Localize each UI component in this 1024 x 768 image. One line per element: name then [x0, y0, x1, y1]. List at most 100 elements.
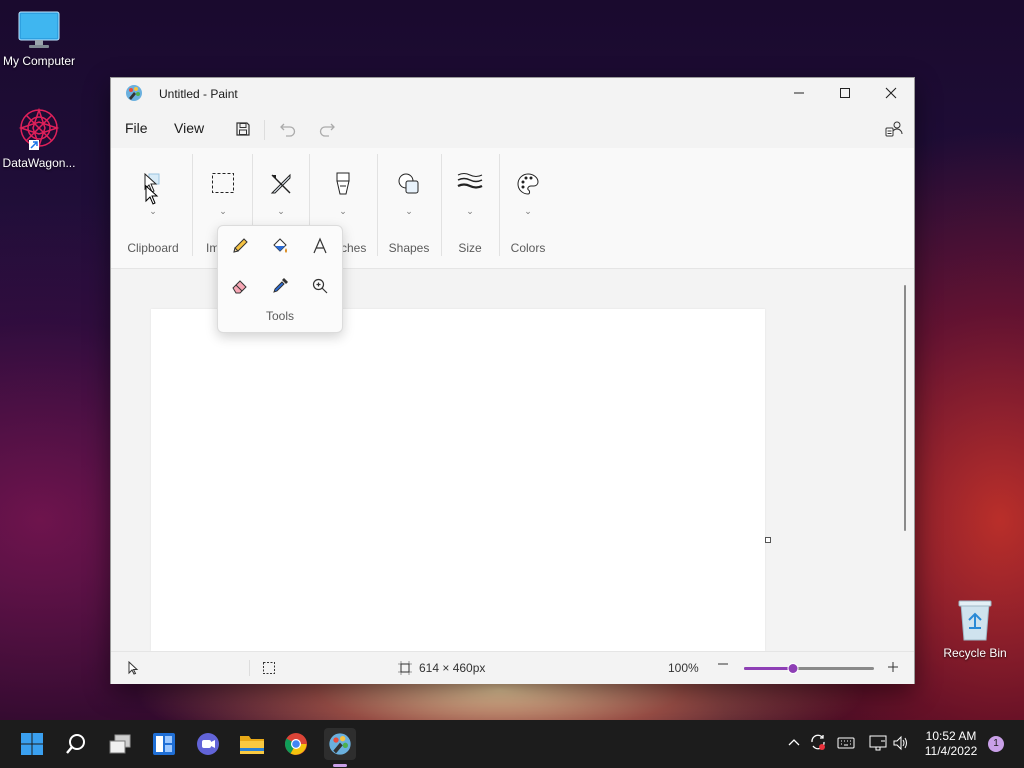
- menu-bar: File View: [111, 110, 914, 148]
- account-button[interactable]: [882, 118, 906, 140]
- show-hidden-icons-button[interactable]: [787, 735, 801, 752]
- file-explorer-button[interactable]: [236, 728, 268, 760]
- paint-app-icon: [125, 84, 143, 107]
- task-view-icon: [109, 734, 131, 754]
- minimize-button[interactable]: [776, 78, 822, 108]
- title-bar[interactable]: Untitled - Paint: [111, 78, 914, 110]
- plus-icon: [888, 662, 898, 672]
- recycle-bin-icon: [958, 600, 992, 641]
- teams-chat-button[interactable]: [192, 728, 224, 760]
- text-icon: [313, 237, 327, 254]
- ribbon-group-colors[interactable]: ⌄ Colors: [501, 148, 555, 266]
- widgets-button[interactable]: [148, 728, 180, 760]
- active-app-indicator: [333, 764, 347, 767]
- maximize-button[interactable]: [822, 78, 868, 108]
- chrome-button[interactable]: [280, 728, 312, 760]
- ribbon-divider: [192, 154, 193, 256]
- task-view-button[interactable]: [104, 728, 136, 760]
- ribbon-divider: [499, 154, 500, 256]
- zoom-slider-fill: [744, 667, 794, 670]
- keyboard-icon: [837, 737, 855, 749]
- volume-button[interactable]: [892, 735, 910, 754]
- brush-icon: [334, 172, 352, 201]
- save-button[interactable]: [231, 118, 255, 140]
- fill-tool-button[interactable]: [267, 233, 293, 259]
- paint-bucket-icon: [273, 238, 287, 253]
- ribbon-divider: [377, 154, 378, 256]
- eraser-icon: [232, 280, 247, 294]
- canvas-size-icon: [398, 661, 412, 678]
- tools-dropdown-label: Tools: [265, 309, 294, 323]
- ribbon-group-clipboard[interactable]: ⌄ Clipboard: [121, 148, 185, 266]
- network-button[interactable]: [869, 735, 887, 754]
- zoom-level-text[interactable]: 100%: [668, 661, 699, 675]
- monitor-icon: [18, 11, 60, 48]
- vertical-scrollbar[interactable]: [904, 285, 906, 531]
- desktop-icon-my-computer[interactable]: My Computer: [0, 10, 81, 68]
- close-icon: [885, 87, 897, 99]
- paint-taskbar-button[interactable]: [324, 728, 356, 760]
- drawing-canvas[interactable]: [151, 309, 765, 651]
- size-lines-icon: [457, 172, 483, 197]
- desktop-icon-datawagon[interactable]: DataWagon...: [0, 106, 81, 170]
- shapes-icon: [397, 172, 421, 201]
- desktop-icon-recycle-bin[interactable]: Recycle Bin: [933, 598, 1017, 660]
- color-picker-tool-button[interactable]: [267, 273, 293, 299]
- minus-icon: [718, 663, 728, 665]
- paint-window: Untitled - Paint File View ⌄ Clipboard ⌄…: [110, 77, 915, 684]
- chevron-down-icon: ⌄: [339, 206, 347, 216]
- notification-badge[interactable]: 1: [988, 736, 1004, 752]
- ribbon-divider: [441, 154, 442, 256]
- chevron-down-icon: ⌄: [277, 206, 285, 216]
- sync-status-button[interactable]: [809, 733, 827, 754]
- paint-app-icon: [329, 733, 351, 755]
- ribbon-group-label: Clipboard: [127, 241, 179, 255]
- ribbon-group-size[interactable]: ⌄ Size: [443, 148, 497, 266]
- eraser-tool-button[interactable]: [227, 273, 253, 299]
- zoom-in-button[interactable]: [887, 661, 899, 676]
- zoom-out-button[interactable]: [717, 657, 729, 675]
- redo-button[interactable]: [315, 118, 339, 140]
- ribbon-group-label: Size: [458, 241, 482, 255]
- palette-icon: [516, 172, 540, 201]
- keyboard-input-button[interactable]: [837, 736, 855, 753]
- chevron-down-icon: ⌄: [466, 206, 474, 216]
- pencil-tool-button[interactable]: [227, 233, 253, 259]
- ribbon-group-shapes[interactable]: ⌄ Shapes: [379, 148, 439, 266]
- chevron-down-icon: ⌄: [405, 206, 413, 216]
- tools-icon: [269, 172, 293, 201]
- undo-button[interactable]: [276, 118, 300, 140]
- zoom-slider[interactable]: [744, 663, 874, 674]
- menu-view[interactable]: View: [174, 120, 204, 136]
- window-title: Untitled - Paint: [159, 87, 238, 101]
- chat-icon: [197, 733, 219, 755]
- status-bar: 614 × 460px 100%: [111, 651, 914, 684]
- mouse-cursor-icon: [145, 185, 159, 205]
- close-button[interactable]: [868, 78, 914, 108]
- folder-icon: [240, 736, 264, 754]
- chrome-icon: [285, 733, 307, 755]
- redo-icon: [319, 123, 335, 137]
- search-button[interactable]: [60, 728, 92, 760]
- desktop-icon-label: DataWagon...: [2, 156, 76, 170]
- menu-file[interactable]: File: [125, 120, 148, 136]
- pencil-icon: [233, 238, 248, 253]
- status-divider: [249, 660, 250, 676]
- chevron-down-icon: ⌄: [149, 206, 157, 216]
- start-button[interactable]: [16, 728, 48, 760]
- account-settings-icon: [885, 121, 903, 137]
- ribbon-group-label: Colors: [510, 241, 546, 255]
- selection-size-icon: [262, 661, 276, 678]
- speaker-icon: [893, 735, 907, 751]
- zoom-slider-thumb[interactable]: [787, 663, 799, 674]
- selection-rectangle-icon: [211, 172, 235, 199]
- magnifier-tool-button[interactable]: [307, 273, 333, 299]
- canvas-resize-handle[interactable]: [765, 537, 771, 543]
- cursor-position-icon: [127, 660, 139, 678]
- text-tool-button[interactable]: [307, 233, 333, 259]
- desktop-icon-label: My Computer: [2, 54, 76, 68]
- undo-icon: [280, 123, 296, 137]
- chevron-down-icon: ⌄: [219, 206, 227, 216]
- search-icon: [66, 734, 85, 754]
- clock[interactable]: 10:52 AM 11/4/2022: [918, 729, 984, 759]
